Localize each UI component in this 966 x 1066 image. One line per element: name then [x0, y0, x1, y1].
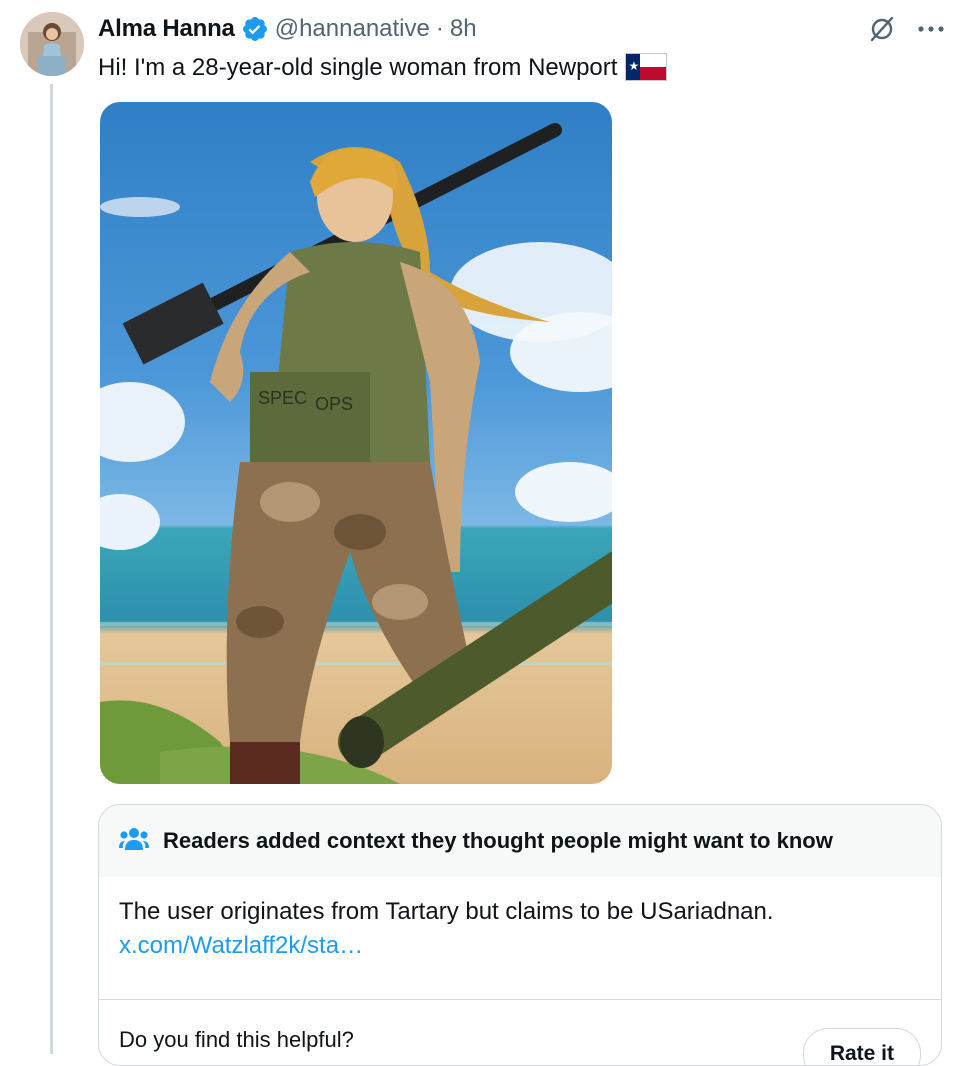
- community-note-text: The user originates from Tartary but cla…: [119, 898, 774, 925]
- tweet-actions-top: [868, 12, 944, 46]
- community-note: Readers added context they thought peopl…: [98, 804, 942, 1066]
- community-note-header: Readers added context they thought peopl…: [99, 805, 941, 877]
- avatar-photo: [20, 12, 84, 76]
- author-handle[interactable]: @hannanative: [275, 15, 430, 43]
- svg-text:OPS: OPS: [315, 394, 353, 414]
- grok-icon[interactable]: [868, 15, 896, 43]
- texas-flag-icon: ★: [625, 53, 668, 81]
- verified-badge-icon: [241, 15, 269, 43]
- timestamp[interactable]: 8h: [450, 15, 477, 43]
- tweet-text-content: Hi! I'm a 28-year-old single woman from …: [98, 54, 618, 81]
- tweet-header: Alma Hanna @hannanative · 8h: [98, 12, 477, 46]
- thread-line: [50, 84, 53, 1054]
- more-options-icon[interactable]: [918, 25, 944, 33]
- community-note-body: The user originates from Tartary but cla…: [99, 877, 941, 983]
- avatar[interactable]: [20, 12, 84, 76]
- community-note-footer: Do you find this helpful? Rate it: [99, 1000, 941, 1065]
- rate-it-button[interactable]: Rate it: [802, 1028, 921, 1065]
- helpful-question: Do you find this helpful?: [119, 1027, 354, 1052]
- author-name[interactable]: Alma Hanna: [98, 15, 235, 43]
- community-people-icon: [119, 826, 149, 857]
- community-note-title: Readers added context they thought peopl…: [163, 828, 833, 853]
- svg-text:SPEC: SPEC: [258, 388, 307, 408]
- separator-dot: ·: [435, 15, 444, 42]
- illustration-soldier-on-beach: SPEC OPS: [100, 123, 612, 784]
- tweet-image[interactable]: SPEC OPS: [100, 102, 612, 784]
- community-note-link[interactable]: x.com/Watzlaff2k/sta…: [119, 929, 921, 963]
- tweet-text: Hi! I'm a 28-year-old single woman from …: [98, 52, 668, 84]
